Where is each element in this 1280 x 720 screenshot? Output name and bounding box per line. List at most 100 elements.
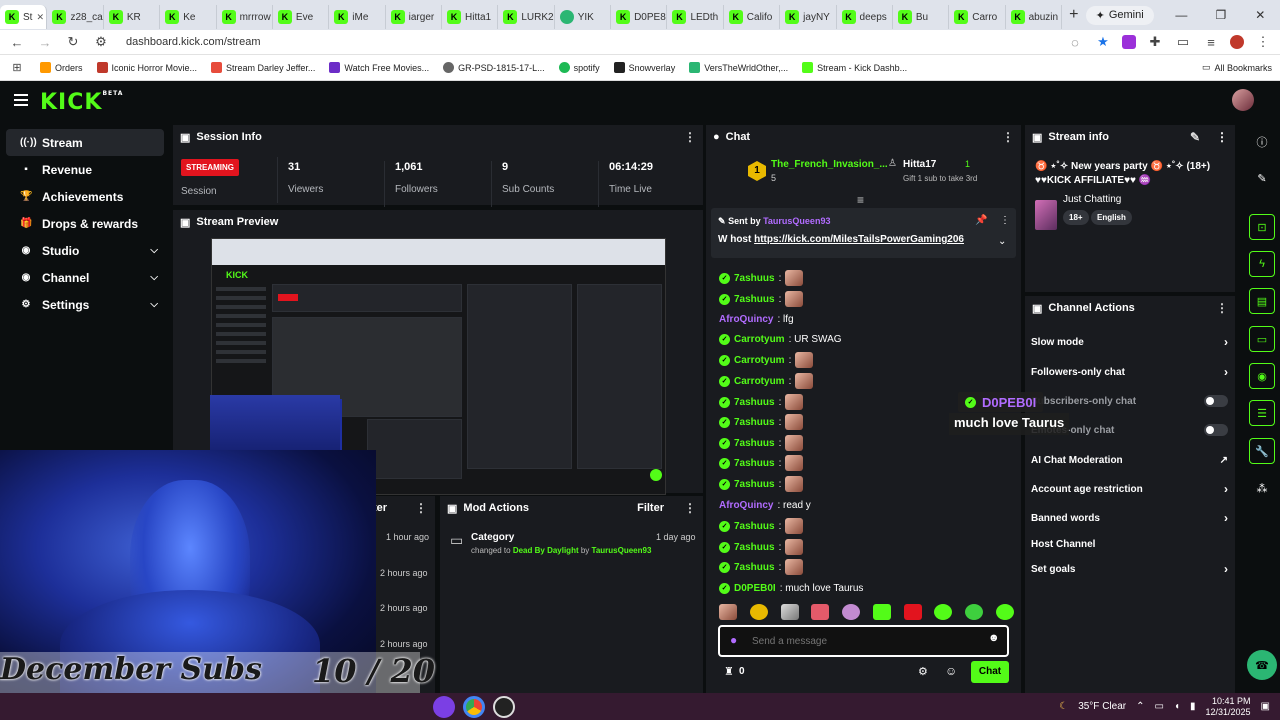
browser-tab[interactable]: K D0PE8 (611, 5, 668, 29)
eye-off-icon[interactable]: ◌ (1066, 35, 1084, 50)
category-name[interactable]: Just Chatting (1063, 194, 1121, 205)
back-icon[interactable]: ← (8, 35, 26, 50)
chat-username[interactable]: D0PEB0I (734, 583, 776, 594)
new-tab-button[interactable]: + (1062, 6, 1086, 24)
chat-message-input[interactable] (752, 632, 972, 650)
emote-icon[interactable] (995, 604, 1014, 620)
restore-button[interactable]: ❐ (1201, 8, 1240, 22)
bookmark-item[interactable]: Iconic Horror Movie... (96, 62, 197, 73)
more-options-icon[interactable]: ⋮ (1002, 130, 1014, 144)
url-field[interactable]: dashboard.kick.com/stream (126, 36, 1056, 48)
channel-action-item[interactable]: Host Channel (1031, 534, 1228, 554)
all-bookmarks[interactable]: ▭ All Bookmarks (1202, 62, 1272, 73)
emote-icon[interactable] (965, 604, 984, 620)
more-options-icon[interactable]: ⋮ (1216, 301, 1228, 315)
browser-tab[interactable]: K Ke (160, 5, 217, 29)
channel-action-item[interactable]: Slow mode › (1031, 332, 1228, 352)
edit-pencil-icon[interactable]: ✎ (1190, 130, 1200, 144)
hamburger-menu-icon[interactable] (14, 94, 28, 109)
extension-icon[interactable] (1122, 35, 1136, 49)
share-icon[interactable]: ⁂ (1249, 475, 1275, 501)
more-options-icon[interactable]: ⋮ (684, 130, 696, 144)
chat-username[interactable]: Carrotyum (734, 334, 785, 345)
media-icon[interactable]: ≡ (1202, 35, 1220, 50)
channel-action-item[interactable]: Subscribers-only chat (1031, 391, 1228, 411)
sidenav-item-studio[interactable]: ◉ Studio ⌵ (6, 237, 164, 264)
network-icon[interactable]: ▭ (1154, 701, 1163, 712)
chat-username[interactable]: 7ashuus (734, 521, 775, 532)
channel-action-item[interactable]: AI Chat Moderation ↗ (1031, 450, 1228, 470)
browser-tab[interactable]: Kz28_ca (47, 5, 104, 29)
browser-tab[interactable]: K KR (104, 5, 161, 29)
chat-username[interactable]: 7ashuus (734, 562, 775, 573)
chat-username[interactable]: 7ashuus (734, 542, 775, 553)
obs-icon[interactable] (493, 695, 515, 718)
bookmark-item[interactable]: Stream Darley Jeffer... (211, 62, 315, 73)
sidenav-item-settings[interactable]: ⚙ Settings ⌵ (6, 291, 164, 318)
chevron-up-icon[interactable]: ⌃ (1136, 701, 1144, 712)
list-icon[interactable]: ☰ (1249, 400, 1275, 426)
chat-username[interactable]: 7ashuus (734, 397, 775, 408)
gear-icon[interactable]: ⚙ (918, 665, 928, 678)
clipboard-icon[interactable]: ▤ (1249, 288, 1275, 314)
bookmark-item[interactable]: Watch Free Movies... (329, 62, 429, 73)
bookmark-item[interactable]: VersTheWrldOther,... (689, 62, 788, 73)
taskbar-clock[interactable]: 10:41 PM 12/31/2025 (1206, 696, 1251, 718)
filter-button[interactable]: Filter (637, 502, 664, 514)
apps-grid-icon[interactable]: ⊞ (8, 61, 26, 74)
emote-icon[interactable] (872, 604, 891, 620)
emote-icon[interactable] (934, 604, 953, 620)
emote-icon[interactable] (719, 604, 737, 620)
chat-username[interactable]: 7ashuus (734, 479, 775, 490)
emote-icon[interactable] (780, 604, 799, 620)
user-link[interactable]: TaurusQueen93 (592, 546, 652, 555)
chat-username[interactable]: 7ashuus (734, 458, 775, 469)
bookmark-star-icon[interactable]: ★ (1094, 34, 1112, 50)
browser-tab[interactable]: YIK (555, 5, 612, 29)
top-gifter-name[interactable]: The_French_Invasion_... (771, 159, 888, 170)
browser-tab[interactable]: Kabuzin (1006, 5, 1062, 29)
chrome-icon[interactable] (463, 695, 485, 718)
menu-icon[interactable]: ⋮ (1254, 34, 1272, 50)
lightning-icon[interactable]: ϟ (1249, 251, 1275, 277)
browser-tab[interactable]: K Carro (949, 5, 1006, 29)
channel-action-item[interactable]: Followers-only chat › (1031, 362, 1228, 382)
browser-tab[interactable]: K Hitta1 (442, 5, 499, 29)
more-options-icon[interactable]: ⋮ (1000, 215, 1010, 226)
reload-icon[interactable]: ↻ (64, 34, 82, 50)
forward-icon[interactable]: → (36, 35, 54, 50)
close-window-button[interactable]: ✕ (1241, 8, 1280, 22)
category-thumbnail[interactable] (1035, 200, 1057, 230)
emoji-icon[interactable]: ☻ (988, 632, 1000, 644)
sidenav-item-channel[interactable]: ◉ Channel ⌵ (6, 264, 164, 291)
chat-username[interactable]: AfroQuincy (719, 314, 773, 325)
weather-text[interactable]: 35°F Clear (1078, 701, 1126, 712)
more-options-icon[interactable]: ⋮ (415, 501, 427, 515)
browser-tab[interactable]: Kiarger (386, 5, 442, 29)
support-headset-icon[interactable]: ☎ (1247, 650, 1277, 680)
bookmark-item[interactable]: Stream - Kick Dashb... (802, 62, 907, 73)
unpin-icon[interactable]: 📌 (975, 215, 987, 226)
bookmark-item[interactable]: GR-PSD-1815-17-L... (443, 62, 545, 73)
toggle-switch[interactable] (1204, 395, 1228, 407)
browser-tab[interactable]: K Eve (273, 5, 330, 29)
sidenav-item-revenue[interactable]: ▪ Revenue (6, 156, 164, 183)
chat-username[interactable]: 7ashuus (734, 438, 775, 449)
emote-picker-icon[interactable]: ☺ (945, 664, 957, 678)
close-tab-icon[interactable]: ✕ (36, 12, 44, 23)
browser-tab[interactable]: K LURK2 (498, 5, 555, 29)
channel-action-item[interactable]: Account age restriction › (1031, 479, 1228, 499)
microphone-icon[interactable]: ● (730, 633, 737, 647)
toggle-switch[interactable] (1204, 424, 1228, 436)
minimize-button[interactable]: — (1162, 8, 1201, 22)
chevron-down-icon[interactable]: ⌄ (998, 236, 1006, 247)
gemini-button[interactable]: ✦ Gemini (1085, 5, 1154, 25)
sidenav-item-achievements[interactable]: 🏆 Achievements (6, 183, 164, 210)
emote-icon[interactable] (842, 604, 861, 620)
kick-logo[interactable]: KICKBETA (40, 90, 123, 115)
browser-tab[interactable]: K Bu (893, 5, 950, 29)
browser-tab[interactable]: KiMe (329, 5, 386, 29)
bookmark-item[interactable]: Orders (40, 62, 83, 73)
taskbar-app-icon[interactable] (433, 695, 455, 718)
avatar[interactable] (1232, 89, 1254, 111)
